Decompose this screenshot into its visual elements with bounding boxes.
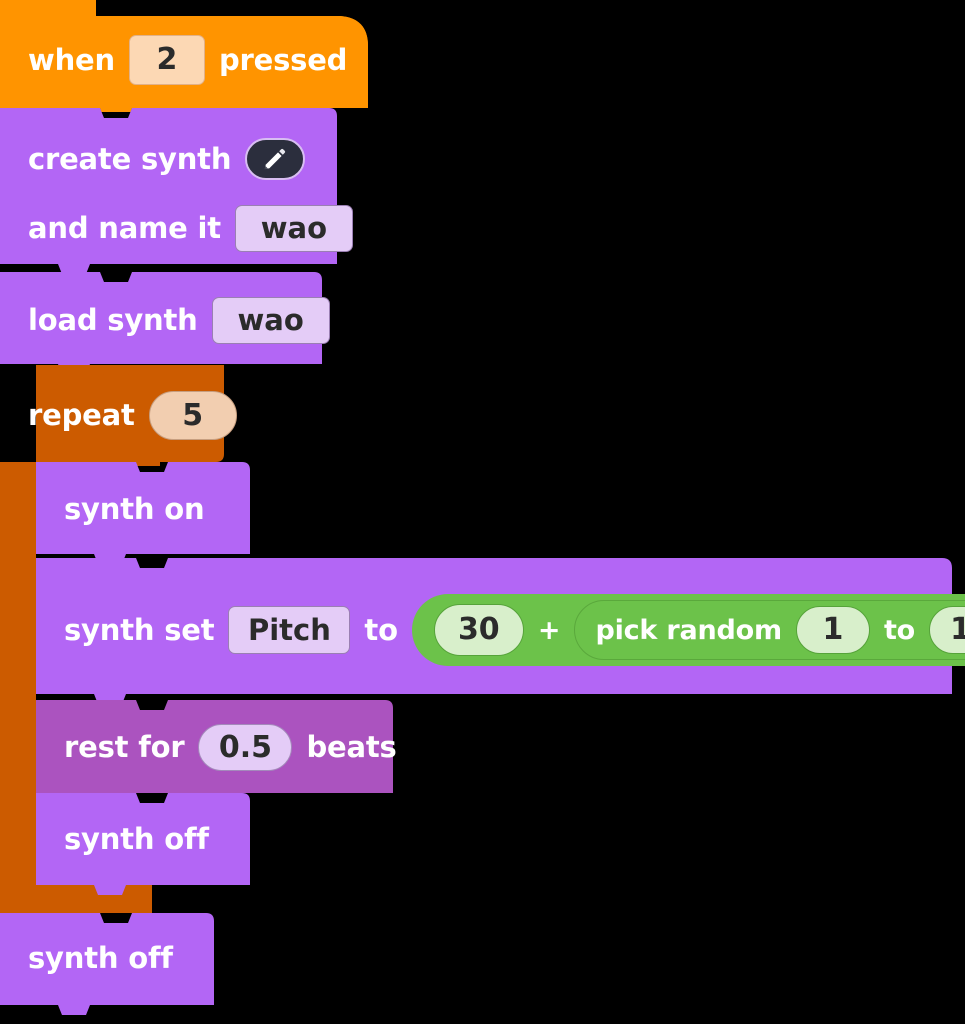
load-synth-name-input[interactable]: wao [211, 297, 330, 344]
synth-off-inner-label: synth off [64, 821, 209, 856]
synth-on-label: synth on [64, 491, 205, 526]
pick-random-from-input[interactable]: 1 [795, 606, 870, 654]
pencil-icon[interactable] [245, 138, 306, 180]
rest-for-label: rest for [64, 730, 185, 764]
add-left-operand-input[interactable]: 30 [433, 604, 524, 656]
when-label: when [28, 42, 115, 77]
pick-random-to-label: to [883, 614, 916, 646]
create-synth-label: create synth [28, 141, 232, 176]
load-synth-label: load synth [28, 303, 198, 337]
add-operator-block[interactable]: 30 + pick random 1 to 10 [411, 594, 965, 666]
synth-off-final-row: synth off [28, 941, 173, 975]
synth-on-row: synth on [64, 491, 205, 526]
and-name-it-row[interactable]: and name it wao [28, 205, 353, 252]
repeat-times-input[interactable]: 5 [148, 391, 237, 440]
pick-random-to-input[interactable]: 10 [929, 606, 965, 654]
synth-property-input[interactable]: Pitch [228, 606, 351, 654]
key-input[interactable]: 2 [128, 35, 205, 85]
pick-random-label: pick random [595, 614, 782, 646]
synth-name-input[interactable]: wao [234, 205, 353, 252]
load-synth-row[interactable]: load synth wao [28, 297, 330, 344]
blocks-workspace[interactable]: when 2 pressed create synth and name it … [0, 0, 965, 1024]
synth-off-inner-row: synth off [64, 822, 209, 856]
repeat-row[interactable]: repeat 5 [28, 391, 237, 440]
create-synth-block-shape[interactable] [0, 108, 345, 280]
repeat-label: repeat [28, 398, 135, 432]
rest-for-beats-row[interactable]: rest for 0.5 beats [64, 724, 397, 771]
create-synth-row[interactable]: create synth [28, 138, 306, 180]
synth-set-label: synth set [64, 612, 215, 647]
rest-beats-input[interactable]: 0.5 [198, 724, 293, 771]
pick-random-block[interactable]: pick random 1 to 10 [574, 600, 965, 660]
when-key-pressed-row[interactable]: when 2 pressed [28, 35, 348, 85]
and-name-it-label: and name it [28, 211, 221, 245]
synth-off-final-label: synth off [28, 940, 173, 975]
plus-symbol: + [537, 614, 561, 646]
synth-set-row[interactable]: synth set Pitch to 30 + pick random 1 to… [64, 594, 965, 666]
to-label: to [364, 612, 398, 647]
beats-label: beats [306, 730, 397, 764]
pressed-label: pressed [218, 42, 348, 77]
